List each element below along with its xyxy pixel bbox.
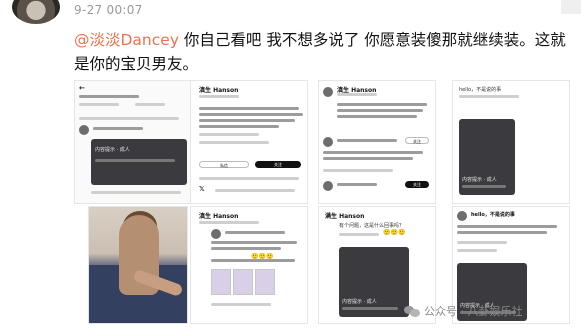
watermark: 公众号 · 八卦娱乐社 — [404, 303, 523, 319]
text-line — [342, 307, 398, 310]
text-line — [225, 231, 285, 234]
text-line — [337, 183, 377, 186]
media-card[interactable]: 内容提示 · 成人 — [339, 247, 409, 317]
text-line — [211, 303, 271, 306]
text-line — [457, 231, 547, 234]
text-line — [211, 241, 297, 244]
user-avatar[interactable] — [211, 229, 221, 239]
photo-image — [89, 207, 187, 323]
text-line — [337, 109, 423, 112]
profile-name: 滇生 Hanson — [199, 213, 239, 220]
content-warning-label: 内容提示 · 成人 — [95, 147, 130, 153]
message-button[interactable]: 私信 — [199, 161, 249, 168]
text-line — [323, 157, 413, 160]
post-body: @淡淡Dancey 你自己看吧 我不想多说了 你愿意装傻那就继续装。这就是你的宝… — [74, 28, 574, 76]
text-line — [337, 103, 427, 106]
chat-title: hello，不是说的事 — [471, 212, 515, 218]
text-line — [135, 103, 165, 106]
thumbnail[interactable] — [233, 269, 253, 295]
user-avatar[interactable] — [323, 87, 333, 97]
follow-button[interactable]: 关注 — [405, 181, 429, 188]
user-avatar[interactable] — [457, 211, 467, 221]
text-line — [457, 249, 497, 252]
user-avatar[interactable] — [323, 137, 333, 147]
text-line — [323, 151, 423, 154]
screenshot-1[interactable]: ← 内容提示 · 成人 — [74, 80, 192, 204]
text-line — [323, 169, 393, 172]
text-line — [211, 247, 281, 250]
text-line — [79, 103, 119, 106]
text-line — [199, 113, 303, 116]
divider — [199, 177, 299, 180]
profile-name: 满生 Hanson — [325, 213, 365, 220]
follow-button[interactable]: 关注 — [255, 161, 301, 168]
thumbnail[interactable] — [211, 269, 231, 295]
screenshot-3[interactable]: 滇生 Hanson 关注 关注 — [318, 80, 436, 204]
text-line — [337, 139, 397, 142]
avatar[interactable] — [12, 0, 60, 24]
screenshot-5-photo[interactable] — [88, 206, 188, 324]
profile-name: 滇生 Hanson — [199, 87, 239, 94]
thumbnail[interactable] — [255, 269, 275, 295]
text-line — [199, 95, 239, 98]
x-logo-icon: 𝕏 — [199, 185, 205, 193]
text-line — [215, 189, 295, 192]
content-warning-label: 内容提示 · 成人 — [342, 299, 377, 305]
text-line — [199, 107, 299, 110]
post-timestamp: 9-27 00:07 — [74, 3, 143, 17]
user-avatar[interactable] — [79, 125, 89, 135]
chat-message: hello，不是说的事 — [459, 87, 502, 93]
text-line — [199, 125, 279, 128]
follow-button[interactable]: 关注 — [405, 137, 429, 144]
media-card[interactable]: 内容提示 · 成人 — [459, 119, 515, 195]
text-line — [337, 93, 377, 96]
content-warning-label: 内容提示 · 成人 — [462, 177, 497, 183]
text-line — [199, 221, 259, 224]
text-line — [79, 95, 139, 98]
text-line — [337, 115, 417, 118]
wechat-icon — [404, 304, 420, 318]
user-avatar[interactable] — [323, 181, 333, 191]
adult-content-card[interactable]: 内容提示 · 成人 — [91, 139, 187, 185]
text-line — [339, 233, 379, 236]
corner-tab — [561, 0, 581, 14]
emoji-row: 🙂🙂🙂 — [383, 229, 406, 236]
screenshot-thumbnails[interactable] — [211, 269, 275, 295]
action-bar — [91, 191, 181, 194]
watermark-text: 公众号 · 八卦娱乐社 — [424, 305, 523, 318]
divider — [79, 117, 179, 120]
screenshot-6[interactable]: 滇生 Hanson 🙂🙂🙂 — [190, 206, 308, 324]
text-line — [457, 241, 507, 244]
text-line — [93, 127, 143, 130]
text-line — [459, 95, 519, 98]
screenshot-4[interactable]: hello，不是说的事 内容提示 · 成人 — [452, 80, 570, 204]
text-line — [199, 119, 295, 122]
text-line — [462, 185, 506, 188]
text-line — [199, 133, 259, 136]
text-line — [457, 225, 557, 228]
back-arrow-icon: ← — [79, 84, 85, 92]
text-line — [95, 159, 175, 162]
screenshot-2[interactable]: 滇生 Hanson 私信 关注 𝕏 — [190, 80, 308, 204]
mention-link[interactable]: @淡淡Dancey — [74, 31, 179, 49]
emoji-row: 🙂🙂🙂 — [251, 253, 274, 260]
post-header: 9-27 00:07 — [0, 0, 581, 26]
text-line — [199, 141, 269, 144]
